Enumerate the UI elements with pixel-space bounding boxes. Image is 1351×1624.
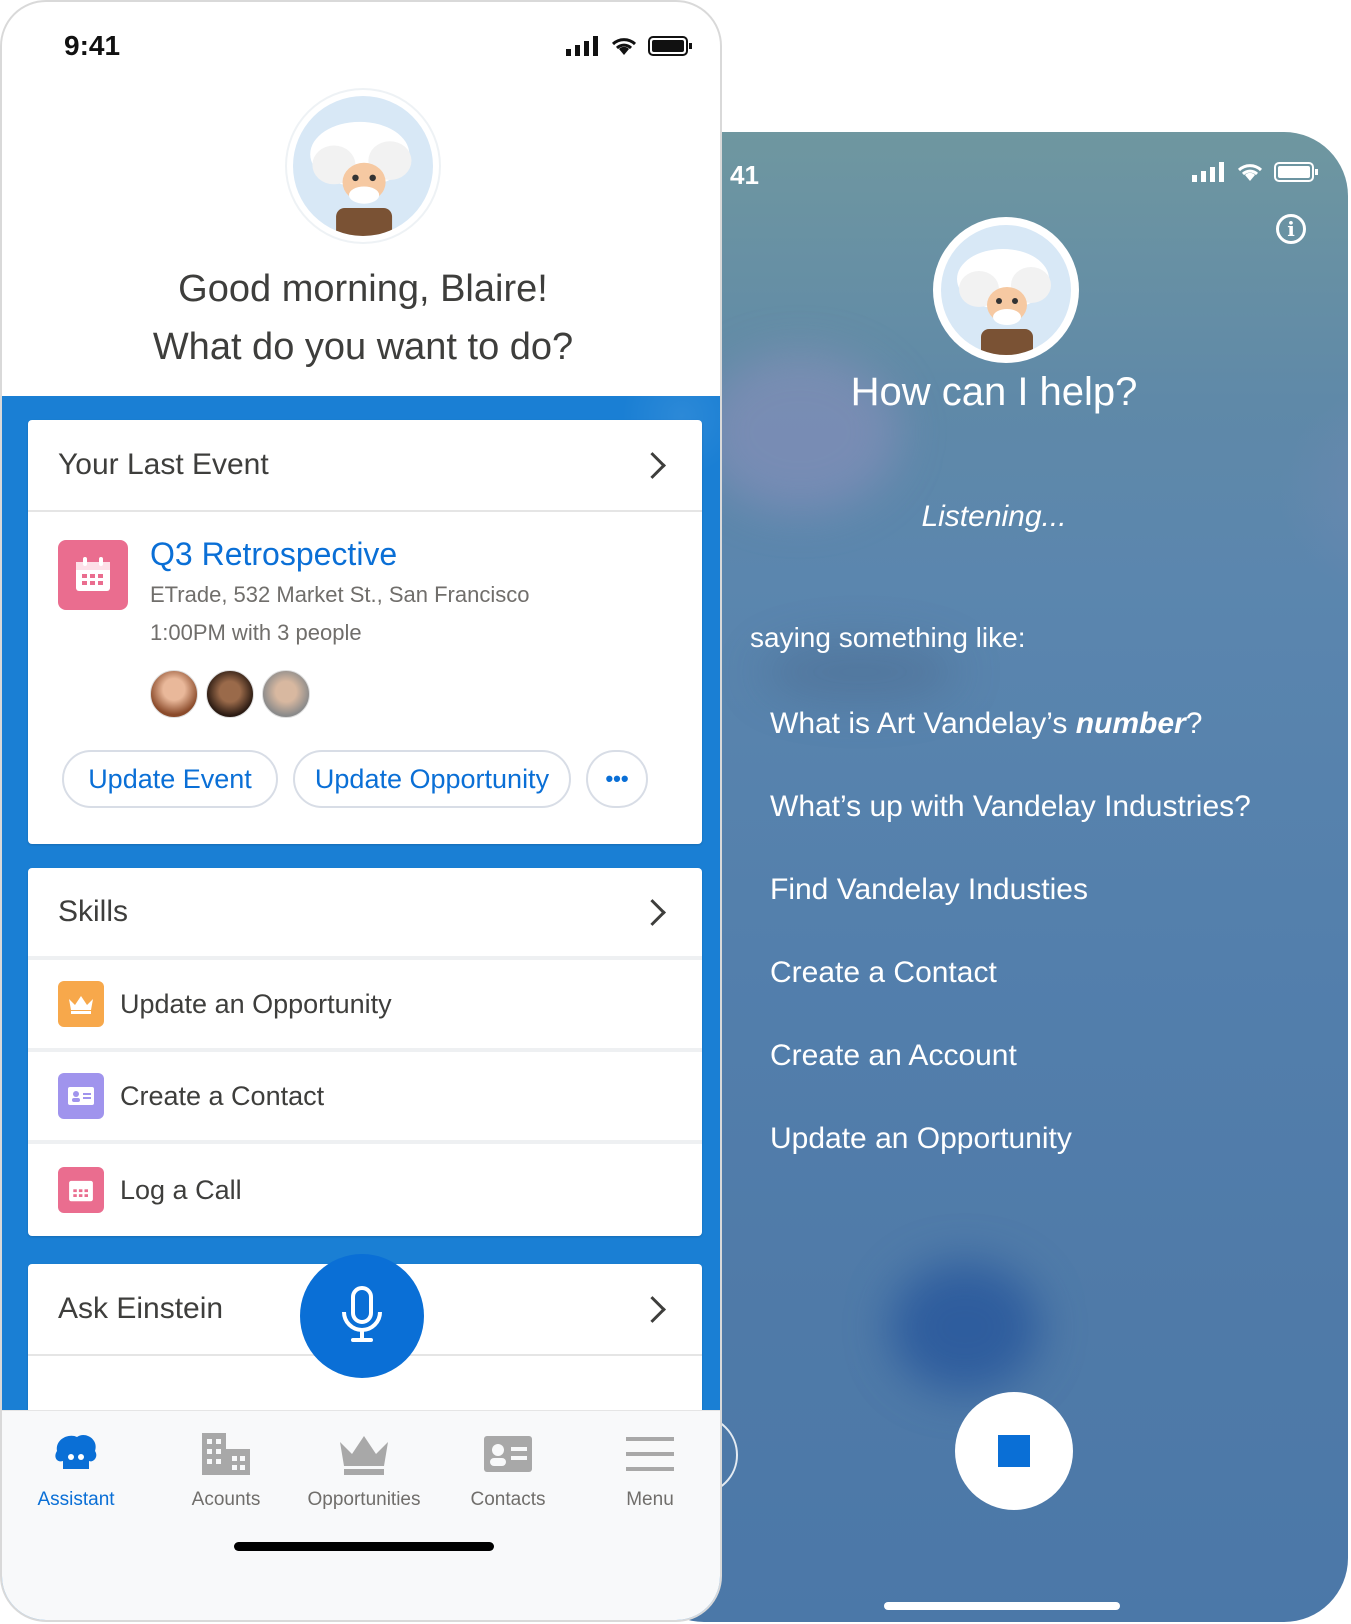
contact-card-icon — [58, 1073, 104, 1119]
suggestion-list: What is Art Vandelay’s number? What’s up… — [770, 704, 1251, 1202]
crown-icon — [58, 981, 104, 1027]
battery-icon — [1274, 162, 1318, 182]
tab-opportunities[interactable]: Opportunities — [292, 1425, 436, 1511]
avatar[interactable] — [150, 670, 198, 718]
einstein-avatar — [287, 90, 439, 242]
einstein-icon — [310, 121, 412, 236]
event-details: Q3 Retrospective ETrade, 532 Market St.,… — [28, 512, 702, 844]
einstein-avatar — [933, 217, 1079, 363]
suggestion-item[interactable]: Create an Account — [770, 1036, 1251, 1119]
tab-label: Menu — [626, 1489, 674, 1510]
bottom-tab-bar: Assistant Acounts Opportunities Contacts… — [2, 1410, 720, 1620]
contact-card-icon — [436, 1425, 580, 1483]
calendar-icon — [58, 1167, 104, 1213]
skill-label: Log a Call — [120, 1174, 242, 1205]
listening-status: Listening... — [921, 500, 1067, 533]
hamburger-menu-icon — [578, 1425, 720, 1483]
tab-menu[interactable]: Menu — [578, 1425, 720, 1511]
skill-label: Create a Contact — [120, 1080, 325, 1111]
skills-card: Skills Update an Opportunity Create a Co… — [28, 868, 702, 1236]
voice-assistant-screen: 41 i How can I help? Listening... saying… — [640, 132, 1348, 1622]
skill-update-opportunity[interactable]: Update an Opportunity — [28, 960, 702, 1052]
info-icon[interactable]: i — [1276, 214, 1306, 244]
tab-label: Assistant — [37, 1489, 115, 1510]
update-opportunity-button[interactable]: Update Opportunity — [293, 750, 571, 808]
wifi-icon — [1237, 164, 1263, 181]
help-title: How can I help? — [850, 370, 1138, 414]
stop-icon — [998, 1435, 1030, 1467]
chevron-right-icon — [639, 898, 666, 926]
card-title: Your Last Event — [58, 448, 269, 481]
status-icons — [1192, 162, 1318, 182]
tab-label: Acounts — [191, 1489, 261, 1510]
more-actions-button[interactable]: ••• — [586, 750, 648, 808]
einstein-icon — [4, 1425, 148, 1483]
assistant-home-screen: 9:41 Good morning, Blaire! What do you w… — [0, 0, 722, 1622]
chevron-right-icon — [639, 1295, 666, 1323]
hint-text: saying something like: — [750, 622, 1026, 653]
home-indicator — [884, 1602, 1120, 1610]
skill-log-call[interactable]: Log a Call — [28, 1144, 702, 1236]
battery-icon — [648, 36, 692, 56]
skill-label: Update an Opportunity — [120, 988, 392, 1019]
suggestion-item[interactable]: Update an Opportunity — [770, 1119, 1251, 1202]
signal-icon — [566, 36, 598, 56]
signal-icon — [1192, 162, 1224, 182]
avatar[interactable] — [262, 670, 310, 718]
chevron-right-icon — [639, 451, 666, 479]
attendee-avatars — [150, 670, 310, 718]
avatar[interactable] — [206, 670, 254, 718]
tab-accounts[interactable]: Acounts — [154, 1425, 298, 1511]
microphone-button[interactable] — [300, 1254, 424, 1378]
crown-icon — [292, 1425, 436, 1483]
tab-contacts[interactable]: Contacts — [436, 1425, 580, 1511]
status-time: 41 — [730, 160, 759, 190]
suggestion-item[interactable]: What is Art Vandelay’s number? — [770, 704, 1251, 787]
status-icons — [566, 36, 692, 56]
card-title: Skills — [58, 895, 129, 928]
tab-label: Opportunities — [307, 1489, 421, 1510]
stop-button[interactable] — [955, 1392, 1073, 1510]
wifi-icon — [611, 38, 637, 55]
update-event-button[interactable]: Update Event — [62, 750, 278, 808]
skills-header[interactable]: Skills — [28, 868, 702, 960]
event-time: 1:00PM with 3 people — [150, 620, 362, 645]
status-time: 9:41 — [64, 30, 121, 61]
greeting-line: Good morning, Blaire! — [178, 268, 548, 310]
event-title-link[interactable]: Q3 Retrospective — [150, 536, 397, 573]
tab-assistant[interactable]: Assistant — [4, 1425, 148, 1511]
suggestion-item[interactable]: What’s up with Vandelay Industries? — [770, 787, 1251, 870]
event-address: ETrade, 532 Market St., San Francisco — [150, 582, 530, 607]
tab-label: Contacts — [470, 1489, 546, 1510]
suggestion-item[interactable]: Find Vandelay Industies — [770, 870, 1251, 953]
last-event-header[interactable]: Your Last Event — [28, 420, 702, 512]
card-title: Ask Einstein — [58, 1292, 224, 1325]
suggestion-item[interactable]: Create a Contact — [770, 953, 1251, 1036]
greeting-prompt: What do you want to do? — [152, 326, 574, 368]
microphone-icon — [342, 1286, 382, 1342]
building-icon — [154, 1425, 298, 1483]
greeting: Good morning, Blaire! What do you want t… — [2, 260, 720, 376]
last-event-card: Your Last Event Q3 Retrospective ETrade,… — [28, 420, 702, 844]
home-indicator — [234, 1542, 494, 1551]
calendar-icon — [58, 540, 128, 610]
einstein-icon — [957, 249, 1051, 355]
skill-create-contact[interactable]: Create a Contact — [28, 1052, 702, 1144]
